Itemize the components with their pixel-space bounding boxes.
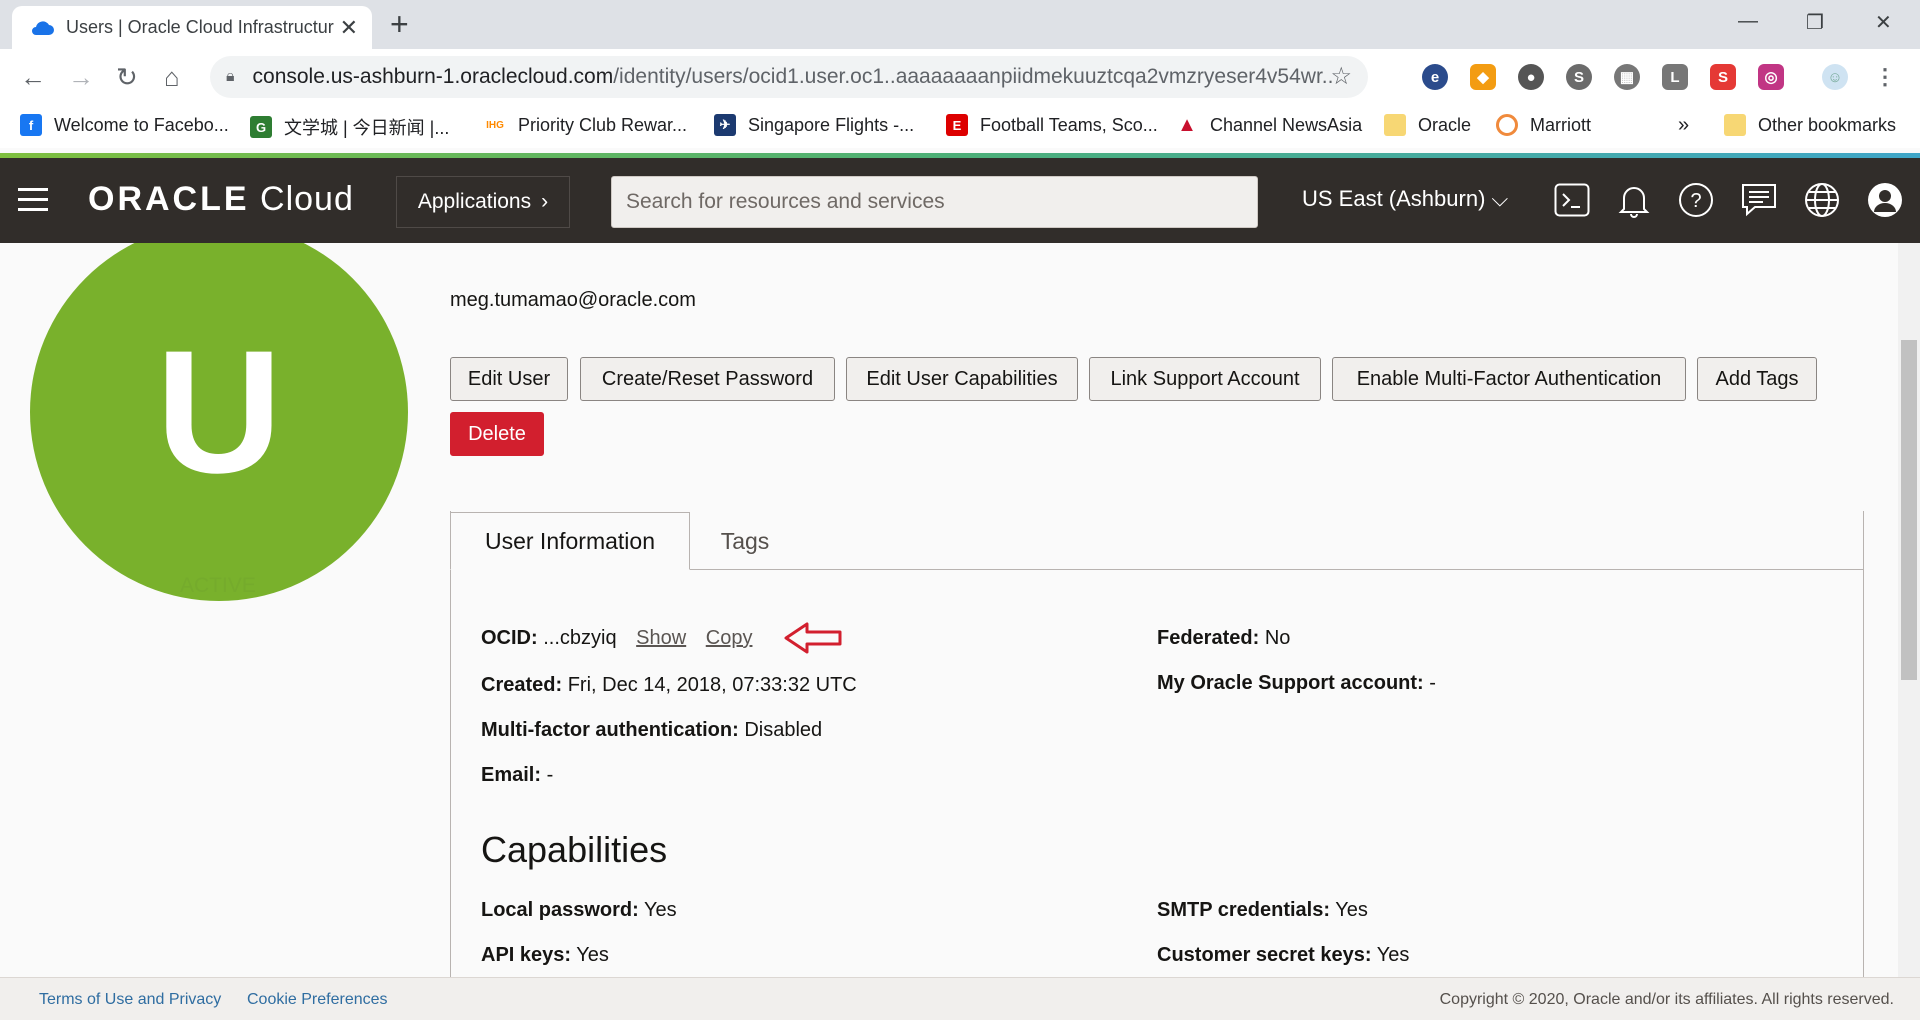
email-field: Email: - [481, 764, 554, 786]
cna-icon: ▲ [1176, 113, 1198, 136]
tab-user-information[interactable]: User Information [450, 512, 690, 570]
cookie-preferences-link[interactable]: Cookie Preferences [247, 991, 388, 1009]
region-selector[interactable]: US East (Ashburn) ⌵ [1302, 186, 1508, 212]
restore-icon[interactable]: ❐ [1806, 10, 1824, 35]
more-menu-icon[interactable]: ⋮ [1872, 64, 1898, 90]
other-bookmarks[interactable]: Other bookmarks [1724, 114, 1896, 136]
espn-icon: E [946, 114, 968, 136]
reload-icon[interactable]: ↻ [116, 63, 138, 91]
lock-icon: 🔒︎ [226, 68, 235, 85]
smtp-credentials-field: SMTP credentials: Yes [1157, 899, 1368, 921]
capabilities-heading: Capabilities [481, 829, 668, 870]
resource-search-input[interactable]: Search for resources and services [611, 176, 1258, 228]
folder-icon [1724, 114, 1746, 136]
created-field: Created: Fri, Dec 14, 2018, 07:33:32 UTC [481, 674, 857, 696]
minimize-icon[interactable]: — [1738, 10, 1758, 33]
add-tags-button[interactable]: Add Tags [1697, 357, 1817, 401]
cloud-shell-icon[interactable] [1552, 180, 1592, 220]
facebook-icon: f [20, 114, 42, 136]
create-reset-password-button[interactable]: Create/Reset Password [580, 357, 835, 401]
ocid-field: OCID: ...cbzyiq Show Copy [481, 627, 753, 649]
browser-tab-title: Users | Oracle Cloud Infrastructur [66, 17, 334, 37]
extension-circle-icon[interactable]: ● [1518, 64, 1544, 90]
singapore-air-icon: ✈ [714, 114, 736, 136]
delete-button[interactable]: Delete [450, 412, 544, 456]
bookmark-star-icon[interactable]: ☆ [1330, 62, 1352, 91]
enable-mfa-button[interactable]: Enable Multi-Factor Authentication [1332, 357, 1686, 401]
browser-tab-bar: Users | Oracle Cloud Infrastructur ✕ + —… [0, 0, 1920, 49]
local-password-field: Local password: Yes [481, 899, 677, 921]
bookmark-singapore-flights[interactable]: ✈ Singapore Flights -... [714, 114, 914, 136]
wenxuecheng-icon: G [250, 116, 272, 138]
scrollbar-thumb[interactable] [1901, 340, 1917, 680]
console-header: ORACLE Cloud Applications › Search for re… [0, 158, 1920, 243]
support-account-field: My Oracle Support account: - [1157, 672, 1436, 694]
close-tab-icon[interactable]: ✕ [340, 15, 358, 41]
mfa-field: Multi-factor authentication: Disabled [481, 719, 823, 741]
show-ocid-link[interactable]: Show [636, 627, 686, 649]
user-status-label: ACTIVE [180, 574, 256, 597]
hamburger-menu-icon[interactable] [18, 188, 48, 218]
more-bookmarks-button[interactable]: » [1678, 114, 1689, 137]
folder-icon [1384, 114, 1406, 136]
edit-user-capabilities-button[interactable]: Edit User Capabilities [846, 357, 1078, 401]
notifications-bell-icon[interactable] [1614, 180, 1654, 220]
feedback-chat-icon[interactable] [1739, 180, 1779, 220]
marriott-icon [1496, 114, 1518, 136]
federated-field: Federated: No [1157, 627, 1291, 649]
new-tab-icon[interactable]: + [390, 8, 409, 40]
bookmarks-bar: f Welcome to Facebo... G 文学城 | 今日新闻 |... I… [0, 106, 1920, 148]
user-avatar: U [30, 243, 408, 601]
red-arrow-annotation-icon [784, 622, 842, 654]
bookmark-wenxuecheng[interactable]: G 文学城 | 今日新闻 |... [250, 114, 449, 140]
user-name-heading: meg.tumamao@oracle.com [450, 289, 696, 311]
page-footer: Terms of Use and Privacy Cookie Preferen… [0, 977, 1920, 1020]
terms-link[interactable]: Terms of Use and Privacy [39, 991, 221, 1009]
bookmark-football[interactable]: E Football Teams, Sco... [946, 114, 1158, 136]
browser-tab[interactable]: Users | Oracle Cloud Infrastructur ✕ [12, 6, 372, 49]
extension-grid-icon[interactable]: ▦ [1614, 64, 1640, 90]
bookmark-marriott[interactable]: Marriott [1496, 114, 1591, 136]
copyright-text: Copyright © 2020, Oracle and/or its affi… [1439, 991, 1894, 1008]
bookmark-channel-newsasia[interactable]: ▲ Channel NewsAsia [1176, 114, 1362, 136]
chevron-right-icon: › [541, 190, 549, 213]
copy-ocid-link[interactable]: Copy [706, 627, 753, 649]
profile-avatar-icon[interactable]: ☺ [1822, 64, 1848, 90]
svg-text:?: ? [1690, 190, 1701, 212]
instagram-icon[interactable]: ◎ [1758, 64, 1784, 90]
extension-orange-icon[interactable]: ◆ [1470, 64, 1496, 90]
back-icon[interactable]: ← [20, 63, 46, 91]
address-bar[interactable]: 🔒︎ console.us-ashburn-1.oraclecloud.com/… [210, 56, 1368, 98]
api-keys-field: API keys: Yes [481, 944, 609, 966]
details-tabs: User Information Tags [450, 512, 1864, 570]
bookmark-priority-club[interactable]: IHG Priority Club Rewar... [484, 114, 687, 136]
extension-s-icon[interactable]: S [1710, 64, 1736, 90]
home-icon[interactable]: ⌂ [164, 63, 180, 91]
url-text: console.us-ashburn-1.oraclecloud.com/ide… [252, 65, 1333, 88]
user-details-page: U ACTIVE meg.tumamao@oracle.com Edit Use… [0, 243, 1898, 977]
extension-e-icon[interactable]: e [1422, 64, 1448, 90]
bookmark-facebook[interactable]: f Welcome to Facebo... [20, 114, 229, 136]
link-support-account-button[interactable]: Link Support Account [1089, 357, 1321, 401]
language-globe-icon[interactable] [1802, 180, 1842, 220]
bookmark-oracle-folder[interactable]: Oracle [1384, 114, 1471, 136]
forward-icon[interactable]: → [68, 63, 94, 91]
close-window-icon[interactable]: ✕ [1875, 10, 1892, 35]
chevron-down-icon: ⌵ [1491, 186, 1509, 211]
oracle-cloud-logo[interactable]: ORACLE Cloud [88, 180, 354, 219]
help-icon[interactable]: ? [1676, 180, 1716, 220]
line-icon[interactable]: L [1662, 64, 1688, 90]
edit-user-button[interactable]: Edit User [450, 357, 568, 401]
ihg-icon: IHG [484, 114, 506, 136]
browser-toolbar: ← → ↻ ⌂ 🔒︎ console.us-ashburn-1.oraclecl… [0, 49, 1920, 106]
user-profile-icon[interactable] [1865, 180, 1905, 220]
skype-icon[interactable]: S [1566, 64, 1592, 90]
tab-tags[interactable]: Tags [690, 512, 800, 570]
customer-secret-keys-field: Customer secret keys: Yes [1157, 944, 1410, 966]
cloud-icon [32, 20, 54, 35]
applications-button[interactable]: Applications › [396, 176, 570, 228]
